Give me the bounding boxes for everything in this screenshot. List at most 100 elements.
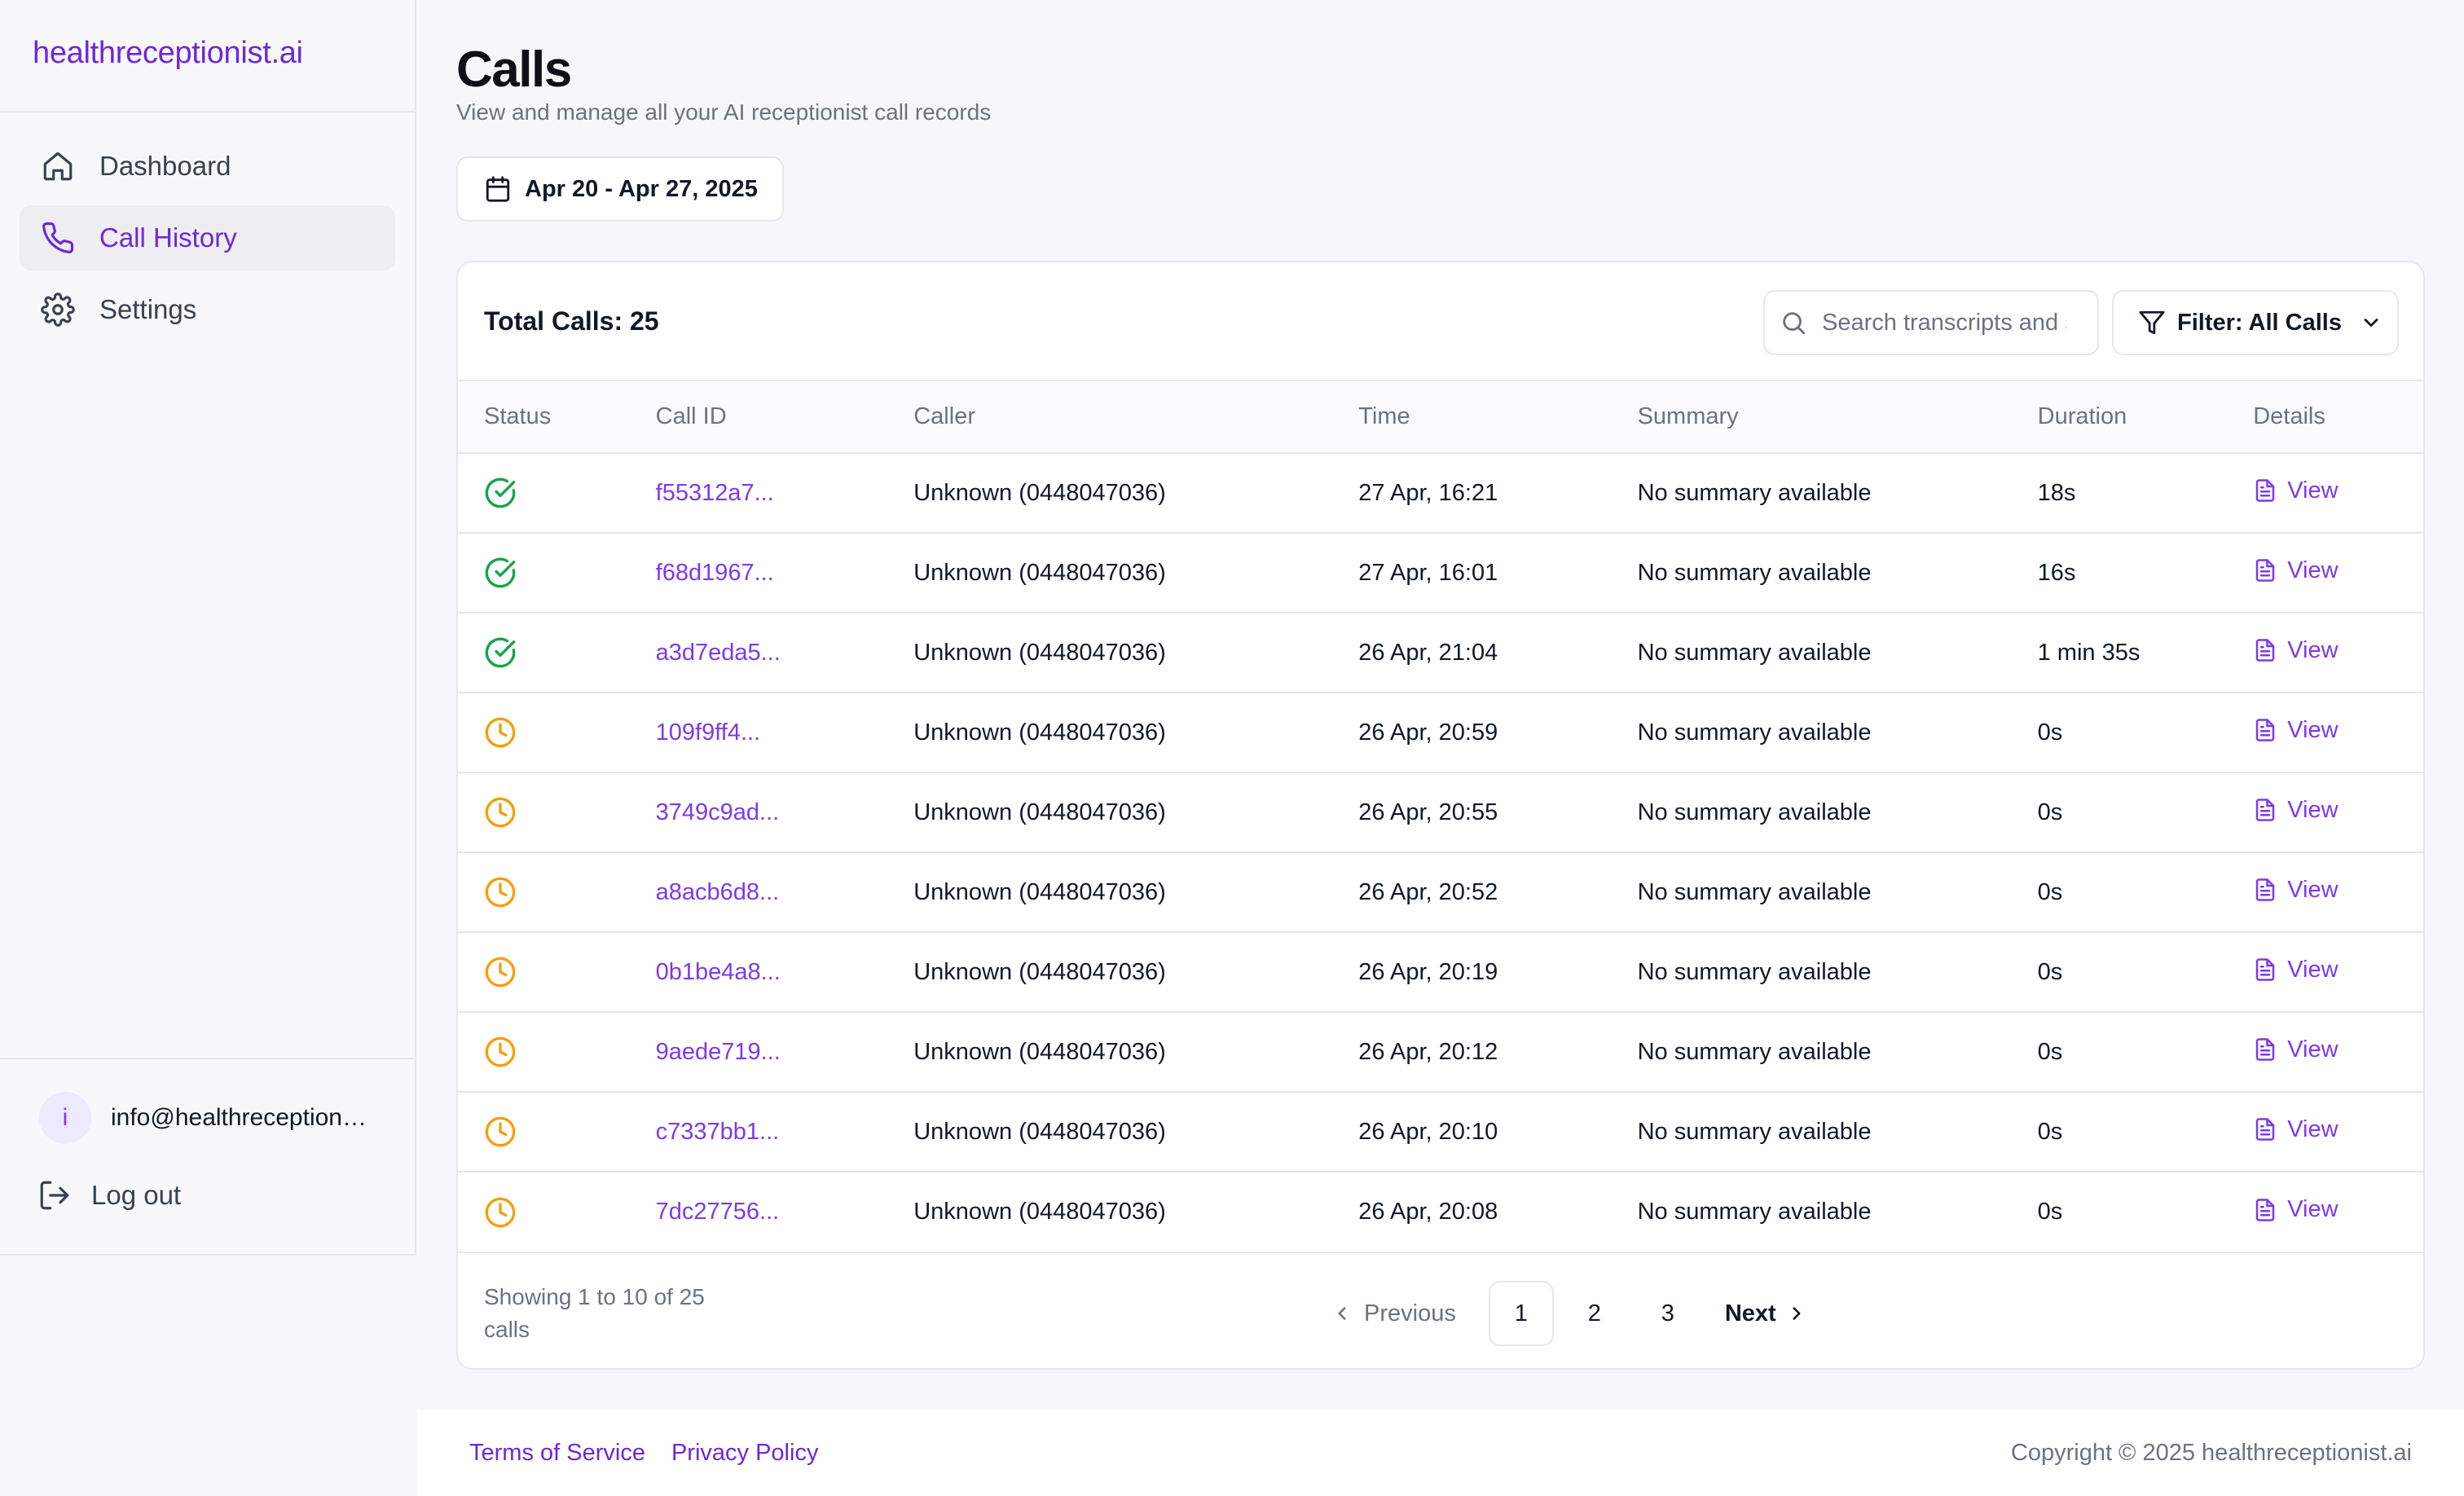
page-button-1[interactable]: 1: [1488, 1281, 1554, 1346]
clock-icon: [484, 956, 656, 988]
status-cell: [458, 1172, 656, 1252]
caller-cell: Unknown (0448047036): [913, 559, 1166, 586]
search-input[interactable]: [1822, 309, 2066, 337]
view-label: View: [2287, 557, 2339, 583]
details-cell: View: [2253, 1172, 2423, 1252]
call-id-cell: 9aede719...: [656, 1012, 914, 1092]
call-id-cell: c7337bb1...: [656, 1092, 914, 1172]
table-row[interactable]: a8acb6d8... Unknown (0448047036) 26 Apr, 2…: [458, 852, 2423, 932]
view-details-button[interactable]: View: [2253, 477, 2423, 504]
copyright-text: Copyright © 2025 healthreceptionist.ai: [2010, 1439, 2412, 1466]
sidebar-item-call-history[interactable]: Call History: [20, 205, 395, 271]
table-row[interactable]: c7337bb1... Unknown (0448047036) 26 Apr, 2…: [458, 1092, 2423, 1172]
filter-dropdown[interactable]: Filter: All Calls: [2112, 290, 2399, 355]
call-id-link[interactable]: a3d7eda5...: [656, 640, 781, 666]
call-id-cell: a3d7eda5...: [656, 613, 914, 693]
time-cell: 26 Apr, 20:10: [1358, 1118, 1498, 1145]
call-id-link[interactable]: a8acb6d8...: [656, 879, 780, 905]
view-details-button[interactable]: View: [2253, 1116, 2423, 1143]
search-box[interactable]: [1763, 290, 2099, 355]
caller-cell: Unknown (0448047036): [913, 1118, 1166, 1145]
summary-cell: No summary available: [1637, 479, 1872, 506]
view-details-button[interactable]: View: [2253, 877, 2423, 904]
brand-logo[interactable]: healthreceptionist.ai: [0, 0, 415, 112]
column-header-duration: Duration: [2037, 403, 2127, 429]
details-cell: View: [2253, 932, 2423, 1012]
table-row[interactable]: 0b1be4a8... Unknown (0448047036) 26 Apr, 2…: [458, 932, 2423, 1012]
total-calls: Total Calls: 25: [484, 306, 659, 336]
view-details-button[interactable]: View: [2253, 957, 2423, 983]
call-id-link[interactable]: 9aede719...: [656, 1039, 781, 1065]
column-header-time: Time: [1358, 403, 1410, 429]
call-id-link[interactable]: 0b1be4a8...: [656, 959, 781, 985]
summary-cell: No summary available: [1637, 719, 1872, 746]
status-cell: [458, 613, 656, 693]
column-header-caller: Caller: [913, 403, 975, 429]
details-cell: View: [2253, 453, 2423, 533]
time-cell: 26 Apr, 20:59: [1358, 719, 1498, 746]
status-cell: [458, 852, 656, 932]
summary-cell: No summary available: [1637, 559, 1872, 586]
call-id-link[interactable]: f68d1967...: [656, 560, 774, 586]
calls-table-card: Total Calls: 25 Filter: All Calls: [456, 261, 2425, 1370]
document-icon: [2253, 1198, 2277, 1222]
document-icon: [2253, 957, 2277, 982]
sidebar-item-dashboard[interactable]: Dashboard: [20, 134, 395, 199]
logout-button[interactable]: Log out: [0, 1144, 415, 1212]
logout-label: Log out: [91, 1180, 182, 1210]
summary-cell: No summary available: [1637, 878, 1872, 905]
sidebar: healthreceptionist.ai Dashboard Call His…: [0, 0, 416, 1256]
details-cell: View: [2253, 772, 2423, 852]
table-header-row: Status Call ID Caller Time Summary Durat…: [458, 381, 2423, 453]
chevron-right-icon: [1786, 1303, 1807, 1324]
call-id-link[interactable]: f55312a7...: [656, 480, 774, 506]
details-cell: View: [2253, 693, 2423, 772]
user-profile[interactable]: i info@healthreceptionist.ai: [0, 1059, 415, 1144]
date-range-picker[interactable]: Apr 20 - Apr 27, 2025: [456, 156, 784, 222]
call-id-cell: f68d1967...: [656, 533, 914, 613]
table-row[interactable]: 109f9ff4... Unknown (0448047036) 26 Apr, 2…: [458, 693, 2423, 772]
view-details-button[interactable]: View: [2253, 1036, 2423, 1063]
next-page-button[interactable]: Next: [1725, 1300, 1807, 1327]
table-row[interactable]: 3749c9ad... Unknown (0448047036) 26 Apr, 2…: [458, 772, 2423, 852]
view-label: View: [2287, 796, 2339, 823]
chevron-down-icon: [2360, 311, 2383, 334]
table-row[interactable]: a3d7eda5... Unknown (0448047036) 26 Apr, 2…: [458, 613, 2423, 693]
previous-page-button[interactable]: Previous: [1331, 1300, 1456, 1327]
document-icon: [2253, 1037, 2277, 1062]
page-button-2[interactable]: 2: [1562, 1281, 1627, 1346]
table-body: f55312a7... Unknown (0448047036) 27 Apr, 1…: [458, 453, 2423, 1252]
table-row[interactable]: f68d1967... Unknown (0448047036) 27 Apr, 1…: [458, 533, 2423, 613]
column-header-summary: Summary: [1637, 403, 1739, 429]
sidebar-item-settings[interactable]: Settings: [20, 277, 395, 342]
document-icon: [2253, 878, 2277, 902]
call-id-cell: 0b1be4a8...: [656, 932, 914, 1012]
caller-cell: Unknown (0448047036): [913, 1038, 1166, 1065]
table-row[interactable]: 9aede719... Unknown (0448047036) 26 Apr, 2…: [458, 1012, 2423, 1092]
call-id-link[interactable]: c7337bb1...: [656, 1119, 780, 1145]
page-button-3[interactable]: 3: [1635, 1281, 1701, 1346]
call-id-link[interactable]: 109f9ff4...: [656, 719, 760, 746]
table-row[interactable]: 7dc27756... Unknown (0448047036) 26 Apr, 2…: [458, 1172, 2423, 1252]
view-details-button[interactable]: View: [2253, 1196, 2423, 1223]
call-id-cell: 109f9ff4...: [656, 693, 914, 772]
time-cell: 26 Apr, 20:55: [1358, 799, 1498, 825]
view-details-button[interactable]: View: [2253, 557, 2423, 584]
call-id-link[interactable]: 3749c9ad...: [656, 799, 780, 825]
next-label: Next: [1724, 1300, 1776, 1327]
card-header: Total Calls: 25 Filter: All Calls: [458, 262, 2423, 381]
privacy-link[interactable]: Privacy Policy: [671, 1440, 819, 1467]
details-cell: View: [2253, 1012, 2423, 1092]
document-icon: [2253, 718, 2277, 742]
document-icon: [2253, 638, 2277, 662]
time-cell: 26 Apr, 20:52: [1358, 878, 1498, 905]
table-row[interactable]: f55312a7... Unknown (0448047036) 27 Apr, 1…: [458, 453, 2423, 533]
call-id-link[interactable]: 7dc27756...: [656, 1199, 780, 1225]
view-label: View: [2287, 636, 2339, 663]
view-details-button[interactable]: View: [2253, 717, 2423, 744]
terms-link[interactable]: Terms of Service: [469, 1440, 645, 1467]
view-details-button[interactable]: View: [2253, 797, 2423, 824]
caller-cell: Unknown (0448047036): [913, 958, 1166, 985]
caller-cell: Unknown (0448047036): [913, 639, 1166, 666]
view-details-button[interactable]: View: [2253, 637, 2423, 664]
